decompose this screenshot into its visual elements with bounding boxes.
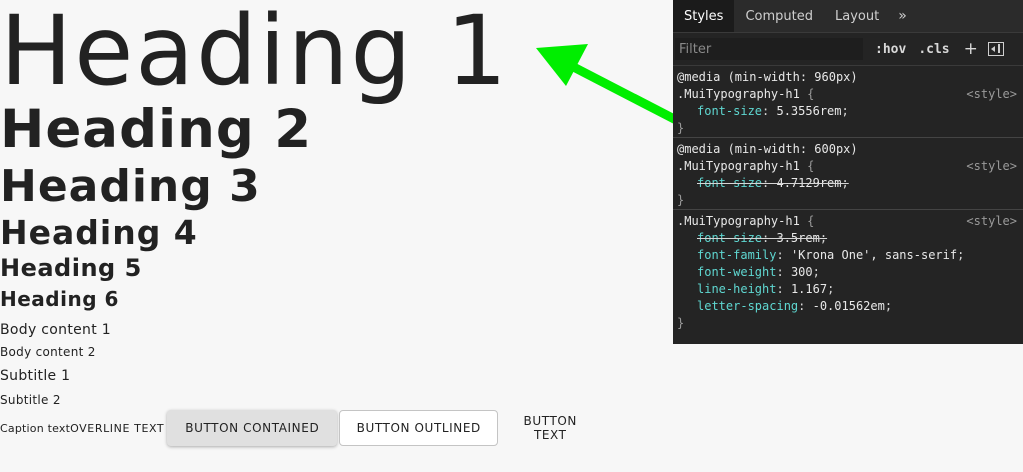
hov-button[interactable]: :hov — [875, 42, 906, 57]
rule-source[interactable]: <style> — [966, 158, 1017, 175]
devtools-panel: Styles Computed Layout » :hov .cls + @me… — [673, 0, 1023, 344]
contained-button[interactable]: BUTTON CONTAINED — [167, 410, 338, 446]
heading-6: Heading 6 — [0, 287, 119, 311]
rule-source[interactable]: <style> — [966, 86, 1017, 103]
tab-layout[interactable]: Layout — [824, 0, 890, 32]
filter-input[interactable] — [675, 38, 863, 60]
style-rule: @media (min-width: 600px) .MuiTypography… — [673, 138, 1023, 210]
css-property[interactable]: font-weight: 300; — [677, 264, 1023, 281]
arrow-icon — [536, 44, 683, 126]
overline-text: OVERLINE TEXT — [70, 421, 165, 435]
heading-2: Heading 2 — [0, 99, 313, 160]
heading-3: Heading 3 — [0, 161, 261, 212]
tab-styles[interactable]: Styles — [673, 0, 735, 32]
devtools-tabs: Styles Computed Layout » — [673, 0, 1023, 33]
css-property[interactable]: line-height: 1.167; — [677, 281, 1023, 298]
css-property-overridden[interactable]: font-size: 4.7129rem; — [677, 175, 1023, 192]
heading-5: Heading 5 — [0, 254, 142, 282]
media-query: @media (min-width: 600px) — [677, 142, 858, 156]
outlined-button[interactable]: BUTTON OUTLINED — [339, 410, 499, 446]
style-rule: .MuiTypography-h1 {<style> font-size: 3.… — [673, 210, 1023, 332]
text-button[interactable]: BUTTON TEXT — [498, 410, 602, 446]
body-1: Body content 1 — [0, 322, 111, 338]
css-property[interactable]: font-size: 5.3556rem; — [677, 103, 1023, 120]
rule-selector[interactable]: .MuiTypography-h1 — [677, 159, 800, 173]
new-rule-icon[interactable]: + — [964, 39, 978, 59]
body-2: Body content 2 — [0, 345, 96, 359]
bottom-row: Caption text OVERLINE TEXT BUTTON CONTAI… — [0, 409, 602, 447]
media-query: @media (min-width: 960px) — [677, 70, 858, 84]
more-tabs-icon[interactable]: » — [890, 0, 915, 32]
heading-4: Heading 4 — [0, 213, 198, 252]
rule-source[interactable]: <style> — [966, 213, 1017, 230]
css-property[interactable]: letter-spacing: -0.01562em; — [677, 298, 1023, 315]
css-property[interactable]: font-family: 'Krona One', sans-serif; — [677, 247, 1023, 264]
tab-computed[interactable]: Computed — [734, 0, 824, 32]
caption-text: Caption text — [0, 421, 71, 435]
heading-1: Heading 1 — [0, 0, 510, 107]
sidebar-toggle-icon[interactable] — [987, 42, 1004, 56]
cls-button[interactable]: .cls — [918, 42, 949, 57]
styles-toolbar: :hov .cls + — [673, 33, 1023, 66]
rule-selector[interactable]: .MuiTypography-h1 — [677, 87, 800, 101]
subtitle-1: Subtitle 1 — [0, 368, 71, 384]
css-property-overridden[interactable]: font-size: 3.5rem; — [677, 230, 1023, 247]
rule-selector[interactable]: .MuiTypography-h1 — [677, 214, 800, 228]
subtitle-2: Subtitle 2 — [0, 393, 61, 407]
style-rule: @media (min-width: 960px) .MuiTypography… — [673, 66, 1023, 138]
